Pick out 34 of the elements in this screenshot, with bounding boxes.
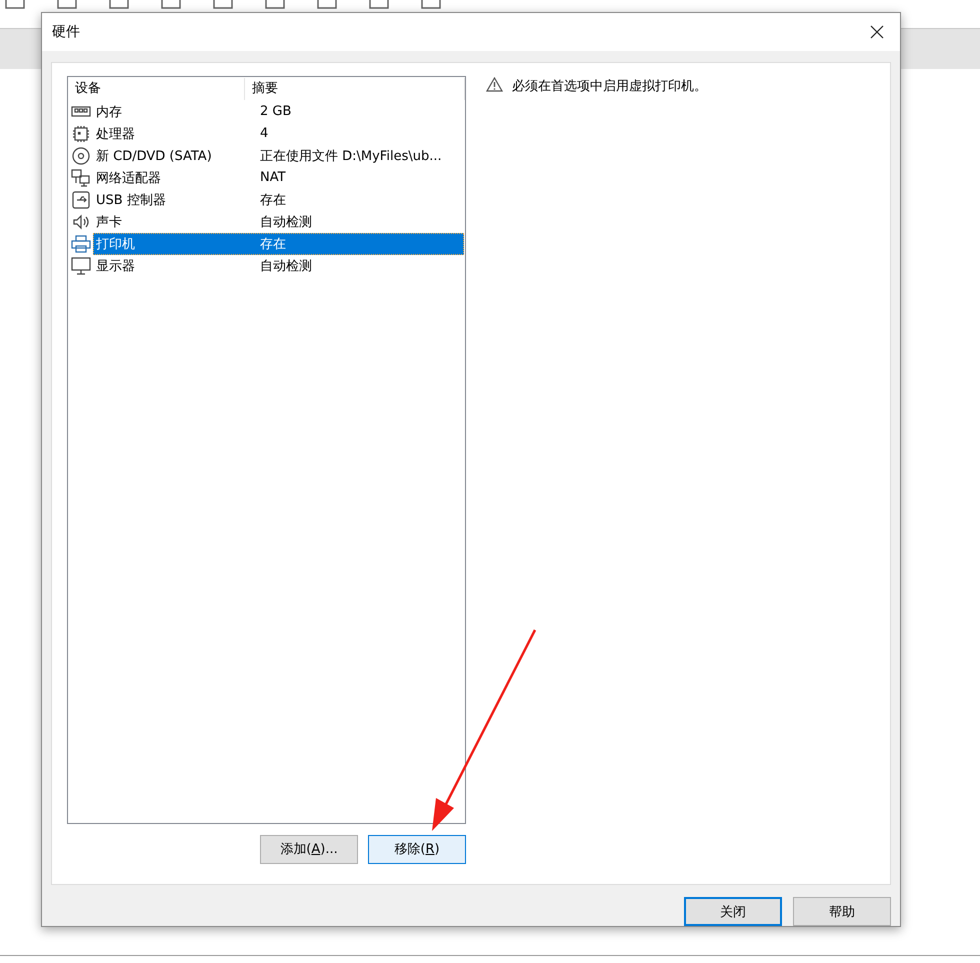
monitor-icon: [70, 256, 90, 275]
help-button[interactable]: 帮助: [793, 897, 891, 926]
device-row[interactable]: USB 控制器 存在: [93, 188, 464, 211]
device-row[interactable]: 声卡 自动检测: [93, 210, 464, 233]
speaker-icon: [70, 212, 90, 231]
toolbar-icon[interactable]: [56, 0, 78, 10]
device-row[interactable]: 显示器 自动检测: [93, 254, 464, 277]
device-row[interactable]: 内存 2 GB: [93, 100, 464, 123]
printer-icon: [70, 234, 90, 253]
toolbar-icon[interactable]: [264, 0, 286, 10]
column-header[interactable]: 设备: [68, 78, 245, 100]
notice-text: 必须在首选项中启用虚拟打印机。: [512, 78, 707, 95]
column-header[interactable]: 摘要: [245, 78, 465, 100]
toolbar-icon[interactable]: [368, 0, 390, 10]
window-title: 硬件: [52, 22, 80, 41]
usb-icon: [70, 190, 90, 209]
add-button[interactable]: 添加(A)...: [260, 834, 358, 864]
toolbar-icon[interactable]: [108, 0, 130, 10]
toolbar-icon[interactable]: [212, 0, 234, 10]
network-icon: [70, 168, 90, 187]
device-row[interactable]: 新 CD/DVD (SATA) 正在使用文件 D:\MyFiles\ub...: [93, 144, 464, 167]
device-row[interactable]: 处理器 4: [93, 122, 464, 145]
device-row[interactable]: 网络适配器 NAT: [93, 166, 464, 189]
disc-icon: [70, 146, 90, 165]
toolbar-icon[interactable]: [316, 0, 338, 10]
toolbar-icon[interactable]: [4, 0, 26, 10]
close-dialog-button[interactable]: 关闭: [684, 897, 782, 926]
toolbar-icon[interactable]: [160, 0, 182, 10]
device-row[interactable]: 打印机 存在: [93, 232, 464, 255]
close-icon[interactable]: [870, 24, 884, 39]
toolbar-icon[interactable]: [420, 0, 442, 10]
remove-button[interactable]: 移除(R): [368, 834, 466, 864]
warning-icon: [486, 76, 503, 92]
chip-icon: [70, 124, 90, 143]
